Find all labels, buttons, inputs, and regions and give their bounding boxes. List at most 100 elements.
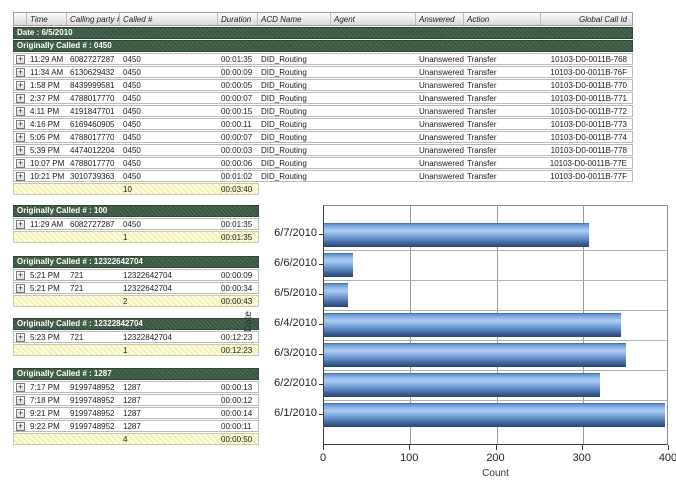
- cell-global_id: 10103-D0-0011B-778: [541, 145, 632, 155]
- cell-time: 10:21 PM: [27, 171, 67, 181]
- date-group-header-row: Date : 6/5/2010: [13, 27, 633, 39]
- expand-plus-icon[interactable]: +: [16, 68, 25, 77]
- cell-calling: 6169460905: [67, 119, 120, 129]
- cell-answered: Unanswered: [416, 132, 464, 142]
- cell-time: 11:29 AM: [27, 219, 67, 229]
- cell-called: 0450: [120, 219, 218, 229]
- expand-plus-icon[interactable]: +: [16, 94, 25, 103]
- expand-plus-icon[interactable]: +: [16, 55, 25, 64]
- x-axis-tick: [323, 445, 324, 450]
- cell-duration: 00:00:07: [218, 93, 258, 103]
- summary-spacer: [14, 345, 27, 355]
- x-axis-tick: [496, 445, 497, 450]
- x-axis-tick: [409, 445, 410, 450]
- cell-global_id: 10103-D0-0011B-773: [541, 119, 632, 129]
- y-axis-label: 6/7/2010: [240, 227, 317, 240]
- column-header-called[interactable]: Called #: [120, 13, 218, 25]
- cell-agent: [331, 119, 416, 129]
- expand-plus-icon[interactable]: +: [16, 409, 25, 418]
- column-header-global_id[interactable]: Global Call Id: [541, 13, 632, 25]
- table-row: +5:23 PM7211232284270400:12:23: [13, 331, 259, 343]
- expand-cell: +: [14, 93, 27, 103]
- cell-time: 1:58 PM: [27, 80, 67, 90]
- expand-plus-icon[interactable]: +: [16, 284, 25, 293]
- cell-called: 0450: [120, 80, 218, 90]
- group-header-row: Originally Called # : 0450: [13, 40, 633, 52]
- y-axis-tick: [319, 324, 323, 325]
- summary-spacer: [14, 184, 27, 194]
- cell-calling: 4788017770: [67, 158, 120, 168]
- date-group-label: Date : 6/5/2010: [17, 28, 73, 38]
- chart-bar: [324, 373, 600, 397]
- expand-plus-icon[interactable]: +: [16, 220, 25, 229]
- chart-bar: [324, 343, 626, 367]
- cell-called: 0450: [120, 54, 218, 64]
- cell-answered: Unanswered: [416, 93, 464, 103]
- cell-duration: 00:00:05: [218, 80, 258, 90]
- cell-action: Transfer: [464, 93, 541, 103]
- chart-plot-area: [323, 205, 668, 445]
- group-header-row: Originally Called # : 1287: [13, 368, 259, 380]
- expand-plus-icon[interactable]: +: [16, 81, 25, 90]
- cell-time: 5:05 PM: [27, 132, 67, 142]
- group-header-label: Originally Called # : 12322642704: [17, 257, 143, 267]
- expand-plus-icon[interactable]: +: [16, 172, 25, 181]
- cell-global_id: 10103-D0-0011B-77E: [541, 158, 632, 168]
- expand-plus-icon[interactable]: +: [16, 146, 25, 155]
- column-header-expand[interactable]: [14, 13, 27, 25]
- expand-plus-icon[interactable]: +: [16, 333, 25, 342]
- group-header-label: Originally Called # : 0450: [17, 41, 112, 51]
- summary-spacer: [67, 345, 120, 355]
- summary-spacer: [67, 184, 120, 194]
- cell-called: 0450: [120, 132, 218, 142]
- group-header-row: Originally Called # : 12322842704: [13, 318, 259, 330]
- column-header-duration[interactable]: Duration: [218, 13, 258, 25]
- x-axis-title: Count: [323, 468, 668, 479]
- expand-plus-icon[interactable]: +: [16, 271, 25, 280]
- cell-called: 0450: [120, 171, 218, 181]
- table-row: +5:39 PM4474012204045000:00:03DID_Routin…: [13, 144, 633, 156]
- group-summary-row: 100:01:35: [13, 231, 259, 243]
- group-100: Originally Called # : 100+11:29 AM608272…: [13, 205, 259, 244]
- group-header-row: Originally Called # : 12322642704: [13, 256, 259, 268]
- expand-plus-icon[interactable]: +: [16, 120, 25, 129]
- cell-called: 12322642704: [120, 270, 218, 280]
- table-row: +9:21 PM9199748952128700:00:14: [13, 407, 259, 419]
- group-12322642704: Originally Called # : 12322642704+5:21 P…: [13, 256, 259, 308]
- column-header-agent[interactable]: Agent: [331, 13, 416, 25]
- cell-called: 0450: [120, 93, 218, 103]
- group-summary-row: 200:00:43: [13, 295, 259, 307]
- column-header-calling[interactable]: Calling party #: [67, 13, 120, 25]
- cell-duration: 00:01:02: [218, 171, 258, 181]
- expand-cell: +: [14, 106, 27, 116]
- cell-time: 2:37 PM: [27, 93, 67, 103]
- chart-bar: [324, 253, 353, 277]
- expand-plus-icon[interactable]: +: [16, 383, 25, 392]
- expand-plus-icon[interactable]: +: [16, 396, 25, 405]
- call-report-screen: TimeCalling party #Called #DurationACD N…: [0, 0, 676, 485]
- chart-bar: [324, 313, 621, 337]
- expand-plus-icon[interactable]: +: [16, 107, 25, 116]
- summary-call-count: 10: [120, 184, 218, 194]
- expand-cell: +: [14, 158, 27, 168]
- column-header-time[interactable]: Time: [27, 13, 67, 25]
- column-header-answered[interactable]: Answered: [416, 13, 464, 25]
- table-row: +9:22 PM9199748952128700:00:11: [13, 420, 259, 432]
- expand-plus-icon[interactable]: +: [16, 133, 25, 142]
- summary-call-count: 2: [120, 296, 218, 306]
- cell-called: 0450: [120, 145, 218, 155]
- cell-acd: DID_Routing: [258, 80, 331, 90]
- expand-plus-icon[interactable]: +: [16, 159, 25, 168]
- cell-duration: 00:01:35: [218, 54, 258, 64]
- table-row: +10:21 PM3010739363045000:01:02DID_Routi…: [13, 170, 633, 182]
- summary-call-count: 4: [120, 434, 218, 444]
- cell-agent: [331, 106, 416, 116]
- cell-agent: [331, 171, 416, 181]
- expand-plus-icon[interactable]: +: [16, 422, 25, 431]
- column-header-action[interactable]: Action: [464, 13, 541, 25]
- y-axis-label: 6/3/2010: [240, 347, 317, 360]
- table-row: +11:29 AM6082727287045000:01:35: [13, 218, 259, 230]
- cell-answered: Unanswered: [416, 54, 464, 64]
- column-header-acd[interactable]: ACD Name: [258, 13, 331, 25]
- cell-calling: 721: [67, 270, 120, 280]
